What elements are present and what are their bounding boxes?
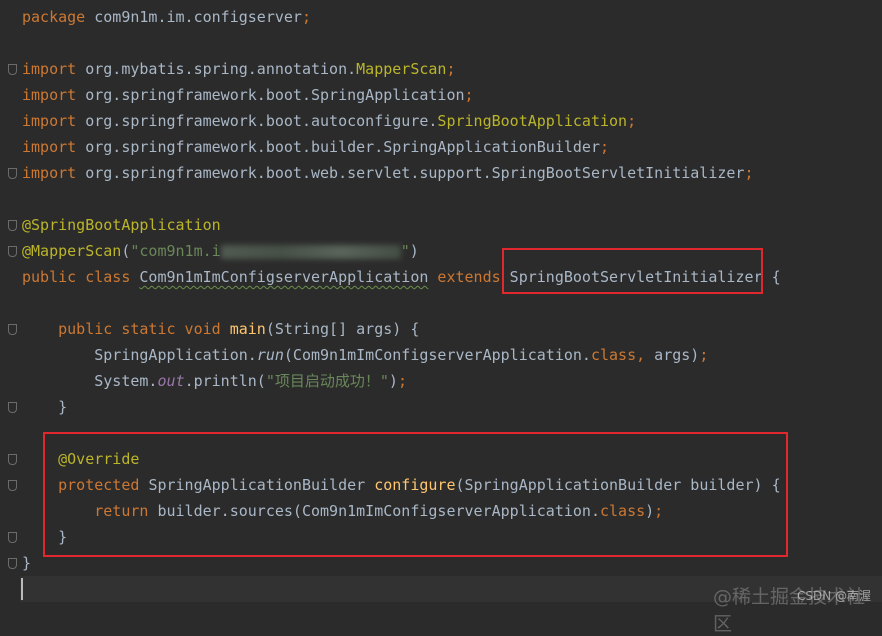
code-line[interactable]: } — [22, 550, 31, 576]
code-token: args) — [654, 346, 700, 364]
fold-marker-icon[interactable] — [8, 64, 17, 75]
code-token: import — [22, 86, 86, 104]
code-token: com9n1m.im.configserver — [94, 8, 302, 26]
code-token: @MapperScan — [22, 242, 122, 260]
code-line[interactable]: @SpringBootApplication — [22, 212, 221, 238]
text-caret — [21, 578, 23, 600]
code-token: " — [400, 242, 410, 260]
code-token: } — [22, 398, 68, 416]
code-token: } — [22, 554, 32, 572]
highlight-box-configure-method — [43, 432, 788, 557]
code-token: (Com9n1mImConfigserverApplication. — [283, 346, 591, 364]
redacted-text — [220, 244, 401, 259]
fold-marker-icon[interactable] — [8, 246, 17, 257]
code-token: ; — [699, 346, 709, 364]
code-token: SpringApplication. — [22, 346, 257, 364]
code-line[interactable]: public static void main(String[] args) { — [22, 316, 419, 342]
code-token: org.springframework.boot.SpringApplicati… — [85, 86, 465, 104]
watermark-csdn: CSDN @南渥 — [797, 589, 872, 603]
code-token: ) — [388, 372, 398, 390]
code-line[interactable]: import org.springframework.boot.autoconf… — [22, 108, 636, 134]
code-line[interactable]: package com9n1m.im.configserver; — [22, 4, 311, 30]
code-token: SpringBootApplication — [437, 112, 628, 130]
code-token: out — [157, 372, 185, 390]
code-token: public class — [22, 268, 140, 286]
code-token: main — [229, 320, 266, 338]
code-token: org.springframework.boot.autoconfigure. — [85, 112, 438, 130]
code-token: ; — [397, 372, 407, 390]
code-token: "项目启动成功！" — [265, 372, 389, 390]
code-token: @SpringBootApplication — [22, 216, 221, 234]
fold-marker-icon[interactable] — [8, 220, 17, 231]
code-token: extends — [428, 268, 510, 286]
code-token: import — [22, 164, 86, 182]
code-token: ; — [627, 112, 637, 130]
fold-marker-icon[interactable] — [8, 558, 17, 569]
code-line[interactable]: SpringApplication.run(Com9n1mImConfigser… — [22, 342, 708, 368]
code-token: ; — [744, 164, 754, 182]
fold-marker-icon[interactable] — [8, 168, 17, 179]
code-token: import — [22, 138, 86, 156]
code-token: import — [22, 112, 86, 130]
code-token: ; — [301, 8, 311, 26]
fold-marker-icon[interactable] — [8, 480, 17, 491]
fold-marker-icon[interactable] — [8, 324, 17, 335]
code-line[interactable]: System.out.println("项目启动成功！"); — [22, 368, 407, 394]
highlight-box-superclass — [502, 248, 763, 294]
code-line[interactable]: import org.springframework.boot.builder.… — [22, 134, 609, 160]
code-line[interactable]: import org.springframework.boot.SpringAp… — [22, 82, 474, 108]
code-token: public static void — [58, 320, 230, 338]
editor-gutter — [0, 0, 20, 610]
code-token: ; — [446, 60, 456, 78]
code-token: org.springframework.boot.builder.SpringA… — [85, 138, 600, 156]
code-token: run — [256, 346, 284, 364]
code-token: package — [22, 8, 95, 26]
code-line[interactable]: import org.mybatis.spring.annotation.Map… — [22, 56, 456, 82]
code-token: Com9n1mImConfigserverApplication — [139, 268, 429, 286]
code-token: (String[] args) { — [265, 320, 420, 338]
code-token: import — [22, 60, 86, 78]
fold-marker-icon[interactable] — [8, 532, 17, 543]
code-token: org.springframework.boot.web.servlet.sup… — [85, 164, 745, 182]
code-token: class — [590, 346, 637, 364]
code-token: "com9n1m.i — [130, 242, 221, 260]
code-line[interactable]: @MapperScan("com9n1m.i ") — [22, 238, 419, 264]
code-token: ; — [599, 138, 610, 156]
code-line[interactable]: import org.springframework.boot.web.serv… — [22, 160, 754, 186]
fold-marker-icon[interactable] — [8, 402, 17, 413]
code-token: org.mybatis.spring.annotation. — [85, 60, 357, 78]
code-token: MapperScan — [356, 60, 447, 78]
code-token: ; — [464, 86, 474, 104]
code-token: .println( — [184, 372, 266, 390]
code-token: ) — [409, 242, 419, 260]
code-token: System. — [22, 372, 158, 390]
code-token: , — [636, 346, 655, 364]
code-line[interactable]: } — [22, 394, 67, 420]
fold-marker-icon[interactable] — [8, 454, 17, 465]
